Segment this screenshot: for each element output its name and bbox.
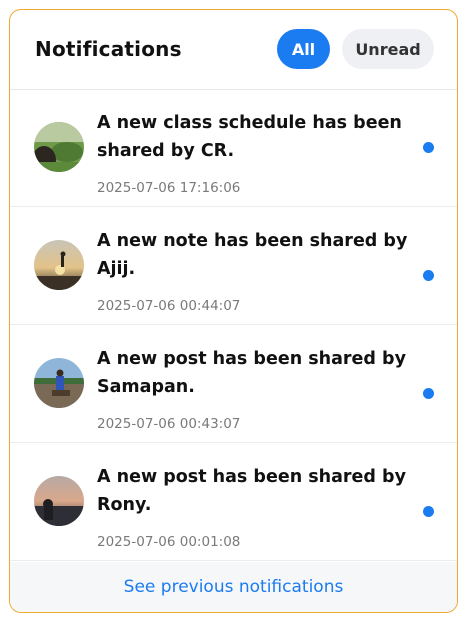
- unread-dot: [423, 388, 434, 399]
- notification-item[interactable]: A new post has been shared by Rony. 2025…: [10, 443, 457, 561]
- notification-item[interactable]: A new post has been shared by Samapan. 2…: [10, 325, 457, 443]
- unread-dot: [423, 506, 434, 517]
- notification-item[interactable]: A new note has been shared by Ajij. 2025…: [10, 207, 457, 325]
- avatar: [34, 358, 84, 408]
- avatar: [34, 240, 84, 290]
- notification-message: A new note has been shared by Ajij.: [97, 231, 408, 279]
- notification-message: A new post has been shared by Samapan.: [97, 349, 406, 397]
- unread-dot: [423, 270, 434, 281]
- notifications-panel: Notifications All Unread A new class sch…: [9, 9, 458, 613]
- avatar: [34, 122, 84, 172]
- unread-dot: [423, 142, 434, 153]
- see-previous-notifications-link[interactable]: See previous notifications: [124, 577, 344, 597]
- notification-item[interactable]: A new class schedule has been shared by …: [10, 89, 457, 207]
- tab-all[interactable]: All: [277, 29, 330, 69]
- notification-time: 2025-07-06 17:16:06: [97, 180, 241, 196]
- avatar: [34, 476, 84, 526]
- notification-time: 2025-07-06 00:43:07: [97, 416, 241, 432]
- tab-unread[interactable]: Unread: [342, 29, 434, 69]
- notification-message: A new class schedule has been shared by …: [97, 113, 402, 161]
- notification-time: 2025-07-06 00:44:07: [97, 298, 241, 314]
- notification-time: 2025-07-06 00:01:08: [97, 534, 241, 550]
- notifications-header: Notifications All Unread: [10, 10, 457, 90]
- page-title: Notifications: [35, 37, 182, 61]
- notifications-footer: See previous notifications: [10, 562, 457, 612]
- notification-message: A new post has been shared by Rony.: [97, 467, 406, 515]
